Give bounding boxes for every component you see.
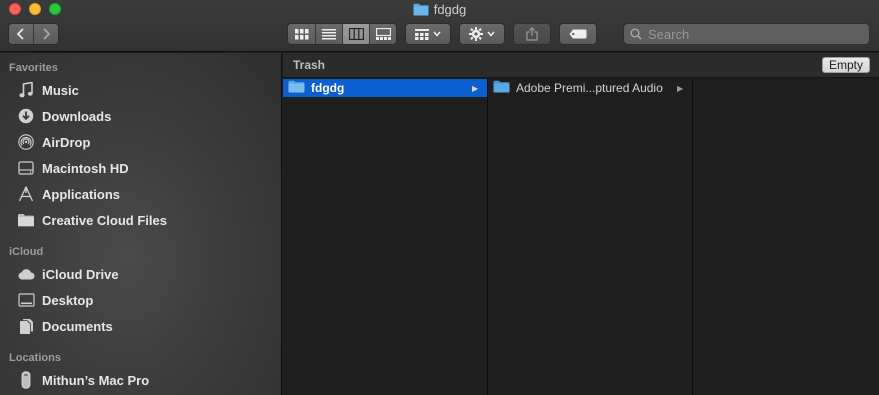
sidebar-item-icloud-drive[interactable]: iCloud Drive [16, 263, 119, 285]
list-item-name: fdgdg [311, 81, 345, 95]
sidebar-item-label: Creative Cloud Files [42, 212, 167, 228]
icon-view-icon [294, 28, 308, 39]
sidebar-item-label: Music [42, 82, 79, 98]
sidebar-heading-icloud[interactable]: iCloud [9, 246, 43, 258]
browser-column-1[interactable]: fdgdg ▶ [283, 79, 488, 395]
sidebar-item-documents[interactable]: Documents [16, 315, 113, 337]
window-toolbar: fdgdg [0, 0, 879, 52]
column-view-icon [348, 28, 364, 40]
list-item[interactable]: Adobe Premi...ptured Audio ▶ [488, 79, 692, 97]
sidebar-item-downloads[interactable]: Downloads [16, 105, 111, 127]
folder-icon [493, 80, 510, 96]
folder-icon [413, 3, 429, 19]
sidebar-item-macintosh-hd[interactable]: Macintosh HD [16, 157, 129, 179]
sidebar-item-label: Applications [42, 186, 121, 202]
back-button[interactable] [9, 24, 33, 44]
action-menu-button[interactable] [459, 23, 505, 45]
window-title-text: fdgdg [433, 2, 467, 17]
hard-drive-icon [16, 159, 36, 177]
share-icon [526, 27, 538, 41]
music-note-icon [16, 81, 36, 99]
share-button[interactable] [513, 23, 551, 45]
disclosure-arrow-icon: ▶ [677, 83, 684, 93]
gallery-view-icon [375, 28, 391, 40]
chevron-down-icon [487, 31, 495, 37]
chevron-down-icon [433, 31, 441, 37]
gallery-view-button[interactable] [369, 24, 396, 44]
sidebar-item-mac-pro[interactable]: Mithun’s Mac Pro [16, 369, 149, 391]
sidebar-item-label: Downloads [42, 108, 112, 124]
group-by-button[interactable] [405, 23, 451, 45]
group-grid-icon [415, 28, 429, 40]
empty-trash-button[interactable]: Empty [822, 57, 870, 73]
sidebar-item-creative-cloud-files[interactable]: Creative Cloud Files [16, 209, 167, 231]
desktop-icon [16, 291, 36, 309]
chevron-right-icon [43, 28, 51, 40]
sidebar-item-label: Documents [42, 318, 113, 334]
sidebar-item-label: Mithun’s Mac Pro [42, 372, 150, 388]
browser-column-2[interactable]: Adobe Premi...ptured Audio ▶ [488, 79, 693, 395]
tag-icon [569, 29, 587, 39]
gear-icon [469, 27, 483, 41]
back-forward-group [8, 23, 59, 45]
sidebar-item-label: AirDrop [42, 134, 91, 150]
sidebar-item-label: Desktop [42, 292, 94, 308]
list-item-name: Adobe Premi...ptured Audio [516, 81, 663, 95]
edit-tags-button[interactable] [559, 23, 597, 45]
disclosure-arrow-icon: ▶ [472, 83, 479, 93]
sidebar-item-label: Macintosh HD [42, 160, 129, 176]
documents-icon [16, 317, 36, 335]
browser-column-3[interactable] [693, 79, 879, 395]
sidebar-heading-favorites[interactable]: Favorites [9, 62, 58, 74]
mac-pro-icon [16, 371, 36, 389]
icon-view-button[interactable] [288, 24, 315, 44]
sidebar-item-label: iCloud Drive [42, 266, 119, 282]
list-view-button[interactable] [315, 24, 342, 44]
chevron-left-icon [16, 28, 24, 40]
airdrop-icon [16, 133, 36, 151]
sidebar-heading-locations[interactable]: Locations [9, 352, 61, 364]
trash-header-bar: Trash Empty [283, 53, 879, 78]
forward-button[interactable] [33, 24, 58, 44]
applications-icon [16, 185, 36, 203]
sidebar-item-applications[interactable]: Applications [16, 183, 120, 205]
folder-icon [288, 80, 305, 96]
sidebar: Favorites Music Downloads AirDrop Macint… [0, 53, 282, 395]
search-input[interactable] [648, 26, 848, 42]
location-title: Trash [293, 58, 326, 72]
sidebar-item-desktop[interactable]: Desktop [16, 289, 93, 311]
column-view-button[interactable] [342, 24, 369, 44]
downloads-icon [16, 107, 36, 125]
search-field[interactable] [623, 23, 870, 45]
cloud-icon [16, 265, 36, 283]
window-title: fdgdg [0, 2, 879, 19]
view-mode-group [287, 23, 397, 45]
list-item[interactable]: fdgdg ▶ [283, 79, 487, 97]
sidebar-item-airdrop[interactable]: AirDrop [16, 131, 90, 153]
sidebar-item-music[interactable]: Music [16, 79, 79, 101]
search-icon [630, 28, 642, 40]
list-view-icon [322, 28, 336, 39]
folder-icon [16, 211, 36, 229]
